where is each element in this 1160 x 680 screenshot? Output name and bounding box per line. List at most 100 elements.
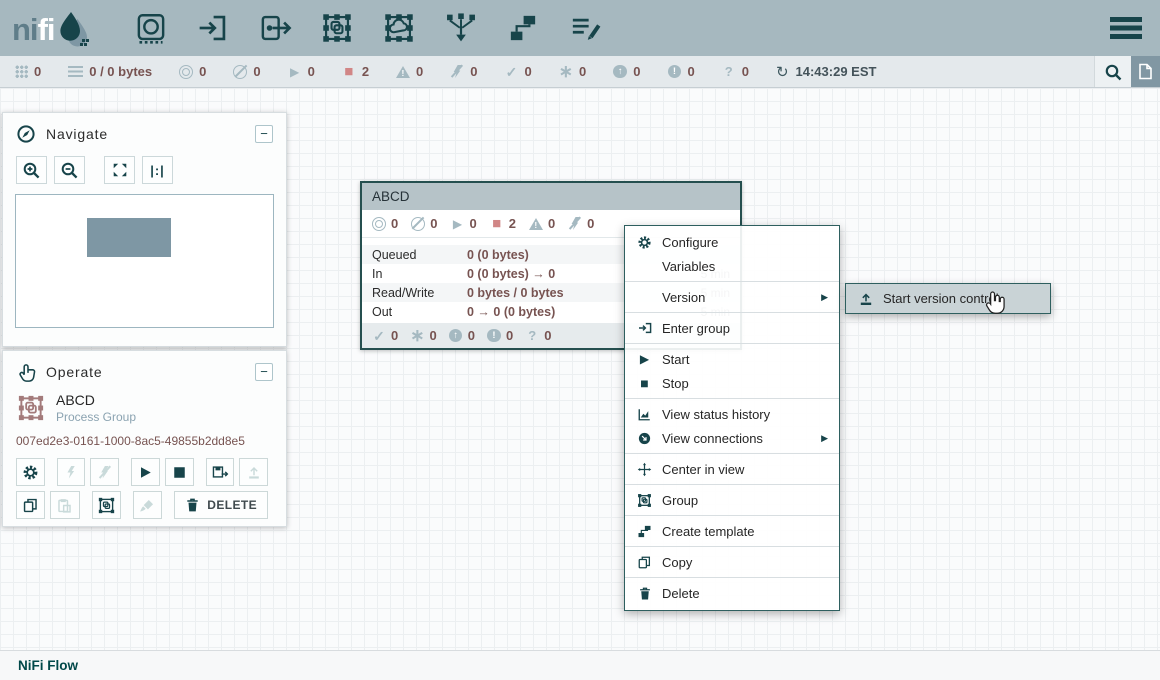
pg-transmitting-icon bbox=[372, 217, 386, 231]
sign-in-icon bbox=[636, 320, 653, 336]
locally-modified-count: 0 bbox=[579, 64, 586, 79]
menu-item-delete[interactable]: Delete bbox=[625, 581, 839, 605]
zoom-out-button[interactable] bbox=[54, 156, 85, 184]
process-group-toolbar-icon[interactable] bbox=[317, 8, 357, 48]
operate-collapse-button[interactable]: − bbox=[255, 363, 273, 381]
active-threads-count: 0 bbox=[34, 64, 41, 79]
menu-item-configure[interactable]: Configure bbox=[625, 230, 839, 254]
not-transmitting-icon bbox=[233, 65, 247, 79]
hand-pointer-icon bbox=[16, 362, 36, 382]
create-template-operate-button[interactable] bbox=[206, 458, 235, 486]
status-disabled: 0 bbox=[450, 64, 477, 79]
configure-button[interactable] bbox=[16, 458, 45, 486]
operate-panel-title: Operate bbox=[46, 364, 102, 380]
menu-item-enter-group[interactable]: Enter group bbox=[625, 316, 839, 340]
funnel-toolbar-icon[interactable] bbox=[441, 8, 481, 48]
logo-text-ni: ni bbox=[12, 10, 38, 50]
start-button[interactable] bbox=[131, 458, 160, 486]
selected-component-id: 007ed2e3-0161-1000-8ac5-49855b2dd8e5 bbox=[3, 426, 286, 450]
submenu-item-start-version-control[interactable]: Start version control bbox=[883, 291, 999, 306]
bulletin-button[interactable] bbox=[1131, 56, 1160, 87]
navigate-panel-title: Navigate bbox=[46, 126, 108, 142]
menu-item-create-template[interactable]: Create template bbox=[625, 519, 839, 543]
submenu-arrow-icon: ▶ bbox=[821, 433, 828, 444]
queued-list-icon bbox=[68, 66, 83, 77]
global-menu-icon[interactable] bbox=[1110, 17, 1142, 39]
pg-disabled-icon bbox=[568, 217, 582, 230]
gear-icon bbox=[636, 235, 653, 250]
locally-modified-and-stale-count: 0 bbox=[687, 64, 694, 79]
refresh-icon[interactable]: ↻ bbox=[776, 63, 789, 81]
search-button[interactable] bbox=[1094, 56, 1131, 87]
menu-item-label: Variables bbox=[662, 259, 715, 274]
breadcrumb-bar: NiFi Flow bbox=[0, 650, 1160, 680]
menu-item-view-status-history[interactable]: View status history bbox=[625, 402, 839, 426]
group-button[interactable] bbox=[92, 491, 121, 519]
transmitting-count: 0 bbox=[199, 64, 206, 79]
zoom-in-button[interactable] bbox=[16, 156, 47, 184]
navigate-collapse-button[interactable]: − bbox=[255, 125, 273, 143]
menu-item-label: Configure bbox=[662, 235, 718, 250]
compass-icon bbox=[16, 124, 36, 144]
upload-template-button[interactable] bbox=[239, 458, 268, 486]
flow-canvas[interactable]: Navigate − |:| Operate − ABCD Process Gr… bbox=[0, 88, 1160, 650]
menu-separator bbox=[625, 398, 839, 399]
status-stopped: ■2 bbox=[342, 64, 369, 79]
fill-color-button[interactable] bbox=[133, 491, 162, 519]
disabled-count: 0 bbox=[470, 64, 477, 79]
menu-item-label: Create template bbox=[662, 524, 755, 539]
input-port-toolbar-icon[interactable] bbox=[193, 8, 233, 48]
menu-item-group[interactable]: Group bbox=[625, 488, 839, 512]
menu-item-copy[interactable]: Copy bbox=[625, 550, 839, 574]
menu-item-center-in-view[interactable]: Center in view bbox=[625, 457, 839, 481]
process-group-header: ABCD bbox=[362, 183, 740, 210]
delete-button[interactable]: DELETE bbox=[174, 491, 268, 519]
menu-item-view-connections[interactable]: View connections▶ bbox=[625, 426, 839, 450]
upload-icon bbox=[857, 291, 874, 307]
submenu-arrow-icon: ▶ bbox=[821, 292, 828, 303]
status-not-transmitting: 0 bbox=[233, 64, 260, 79]
paste-button[interactable] bbox=[50, 491, 79, 519]
menu-item-label: View status history bbox=[662, 407, 770, 422]
disable-button[interactable] bbox=[90, 458, 119, 486]
menu-separator bbox=[625, 281, 839, 282]
stop-button[interactable] bbox=[165, 458, 194, 486]
menu-item-stop[interactable]: ■Stop bbox=[625, 371, 839, 395]
enable-button[interactable] bbox=[57, 458, 86, 486]
label-toolbar-icon[interactable] bbox=[565, 8, 605, 48]
stat-label: In bbox=[372, 267, 467, 281]
trash-icon bbox=[636, 586, 653, 601]
zoom-actual-size-button[interactable]: |:| bbox=[142, 156, 173, 184]
nifi-logo: nifi bbox=[12, 6, 91, 50]
breadcrumb-nifi-flow[interactable]: NiFi Flow bbox=[18, 658, 78, 673]
menu-item-label: Group bbox=[662, 493, 698, 508]
menu-item-label: Stop bbox=[662, 376, 689, 391]
status-sync-failure: ?0 bbox=[722, 64, 749, 79]
pg-sync-failure-icon: ? bbox=[525, 328, 539, 343]
crosshairs-icon bbox=[636, 462, 653, 477]
status-queued-data: 0 / 0 bytes bbox=[68, 64, 152, 79]
birdseye-minimap[interactable] bbox=[15, 194, 274, 328]
queued-data-count: 0 / 0 bytes bbox=[89, 64, 152, 79]
nifi-drop-icon bbox=[57, 8, 91, 50]
menu-item-version[interactable]: Version▶ bbox=[625, 285, 839, 309]
menu-item-start[interactable]: ▶Start bbox=[625, 347, 839, 371]
zoom-fit-button[interactable] bbox=[104, 156, 135, 184]
status-transmitting: 0 bbox=[179, 64, 206, 79]
output-port-toolbar-icon[interactable] bbox=[255, 8, 295, 48]
menu-item-variables[interactable]: Variables bbox=[625, 254, 839, 278]
locally-modified-and-stale-icon bbox=[667, 65, 681, 79]
stat-value: 0 → 0 (0 bytes) bbox=[467, 305, 555, 319]
copy-button[interactable] bbox=[16, 491, 45, 519]
processor-toolbar-icon[interactable] bbox=[131, 8, 171, 48]
menu-separator bbox=[625, 515, 839, 516]
navigate-panel: Navigate − |:| bbox=[2, 112, 287, 347]
status-history-chart-icon bbox=[636, 407, 653, 422]
status-up-to-date: ✓0 bbox=[505, 64, 532, 79]
operate-panel: Operate − ABCD Process Group 007ed2e3-01… bbox=[2, 350, 287, 527]
navigate-toolbar: |:| bbox=[3, 152, 286, 192]
template-toolbar-icon[interactable] bbox=[503, 8, 543, 48]
stat-value: 0 (0 bytes) bbox=[467, 248, 529, 262]
remote-process-group-toolbar-icon[interactable] bbox=[379, 8, 419, 48]
stale-count: 0 bbox=[633, 64, 640, 79]
